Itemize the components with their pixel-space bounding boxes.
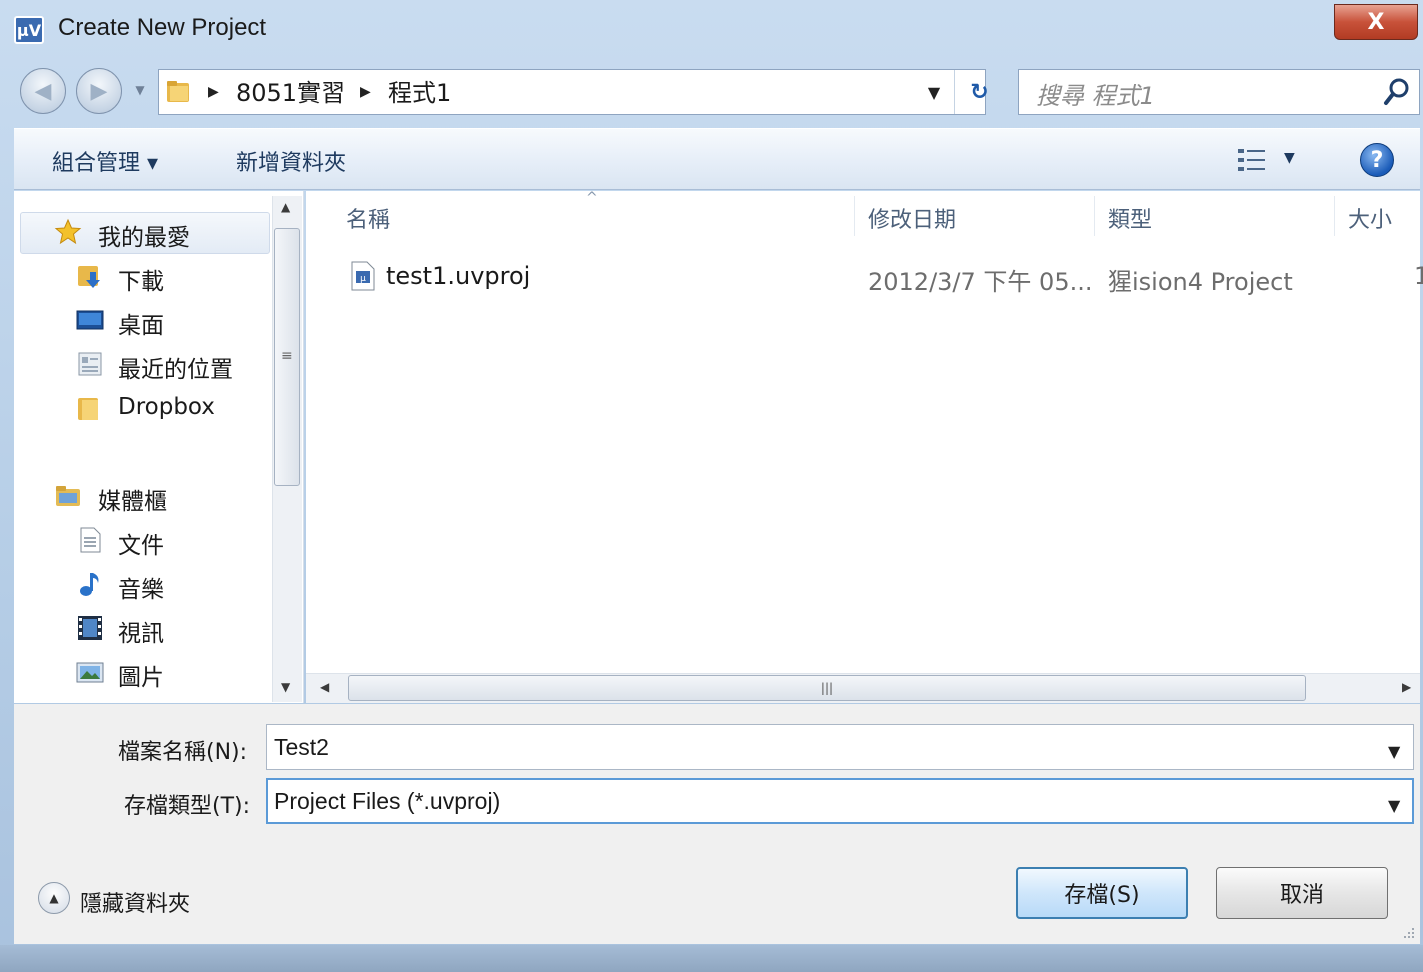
nav-item-dropbox[interactable]: Dropbox [118,394,215,420]
view-dropdown-icon[interactable]: ▼ [1284,150,1295,166]
libraries-icon [56,486,80,506]
breadcrumb-item[interactable]: 8051實習 [236,73,345,108]
music-icon [80,573,99,596]
file-scroll-thumb[interactable]: ||| [348,675,1306,701]
scroll-left-arrow-icon[interactable]: ◀ [320,680,329,694]
refresh-icon: ↻ [970,79,989,105]
documents-icon [80,527,101,553]
app-icon: μV [14,16,44,44]
downloads-icon [78,266,100,288]
filename-dropdown-icon[interactable]: ▼ [1388,742,1400,761]
back-arrow-icon: ◀ [34,78,52,104]
videos-icon [78,616,102,640]
column-divider[interactable] [1094,196,1095,236]
close-button[interactable]: X [1334,4,1418,40]
filetype-value[interactable]: Project Files (*.uvproj) [274,788,500,815]
svg-text:μ: μ [360,274,366,284]
filename-label: 檔案名稱(N): [118,740,248,765]
nav-item-recent-places[interactable]: 最近的位置 [118,350,233,384]
column-header-type[interactable]: 類型 [1108,202,1152,234]
nav-item-music[interactable]: 音樂 [118,570,164,604]
help-icon[interactable]: ? [1360,143,1394,177]
scroll-up-arrow-icon[interactable]: ▲ [281,200,290,214]
column-divider[interactable] [1334,196,1335,236]
star-icon [54,218,82,245]
column-header-size[interactable]: 大小 [1348,202,1392,234]
nav-item-documents[interactable]: 文件 [118,526,164,560]
cancel-button[interactable]: 取消 [1216,867,1388,919]
nav-item-desktop[interactable]: 桌面 [118,306,164,340]
dropbox-folder-icon [78,398,98,420]
column-divider[interactable] [854,196,855,236]
uvproj-file-icon: μ [351,261,375,291]
refresh-button[interactable]: ↻ [954,70,1004,114]
search-placeholder: 搜尋 程式1 [1036,82,1155,110]
sort-ascending-icon: ^ [586,190,598,206]
scroll-grip-icon: ≡ [281,348,293,364]
filetype-dropdown-icon[interactable]: ▼ [1388,796,1400,815]
hide-folders-toggle[interactable]: 隱藏資料夾 [80,886,190,918]
file-name[interactable]: test1.uvproj [386,262,530,290]
forward-button[interactable]: ▶ [76,68,122,114]
desktop-icon [76,310,104,330]
recent-locations-dropdown[interactable]: ▼ [130,82,150,98]
window-title: Create New Project [58,14,267,41]
organize-menu[interactable]: 組合管理 ▾ [52,145,158,177]
breadcrumb-separator-icon[interactable]: ▶ [360,84,371,100]
file-type: 猩ision4 Project [1108,268,1293,296]
save-button[interactable]: 存檔(S) [1016,867,1188,919]
filename-input[interactable] [266,724,1414,770]
nav-item-videos[interactable]: 視訊 [118,614,164,648]
column-header-date-modified[interactable]: 修改日期 [868,202,956,234]
search-icon[interactable] [1382,76,1412,108]
scroll-grip-icon: ||| [820,681,834,695]
collapse-folders-icon[interactable]: ▲ [38,882,70,914]
pictures-icon [76,662,104,683]
file-size: 1 [1414,262,1423,290]
file-date-modified: 2012/3/7 下午 05... [868,268,1093,296]
nav-item-pictures[interactable]: 圖片 [118,658,164,692]
nav-libraries[interactable]: 媒體櫃 [98,482,167,516]
nav-item-downloads[interactable]: 下載 [118,262,164,296]
address-history-dropdown[interactable]: ▼ [922,80,946,104]
scroll-right-arrow-icon[interactable]: ▶ [1402,680,1411,694]
view-options-icon[interactable] [1236,146,1268,174]
folder-icon [167,81,189,102]
scroll-down-arrow-icon[interactable]: ▼ [281,680,290,694]
new-folder-button[interactable]: 新增資料夾 [236,145,346,177]
column-header-name[interactable]: 名稱 [346,202,390,234]
nav-favorites[interactable]: 我的最愛 [98,218,190,252]
resize-grip-icon[interactable] [1400,924,1416,940]
breadcrumb-separator-icon[interactable]: ▶ [208,84,219,100]
forward-arrow-icon: ▶ [90,78,108,104]
recent-places-icon [78,352,102,376]
command-toolbar [14,128,1420,190]
back-button[interactable]: ◀ [20,68,66,114]
filename-value[interactable]: Test2 [274,734,329,761]
filetype-label: 存檔類型(T): [124,794,251,819]
breadcrumb-item[interactable]: 程式1 [388,73,451,108]
frame-bottom-border [0,945,1423,972]
